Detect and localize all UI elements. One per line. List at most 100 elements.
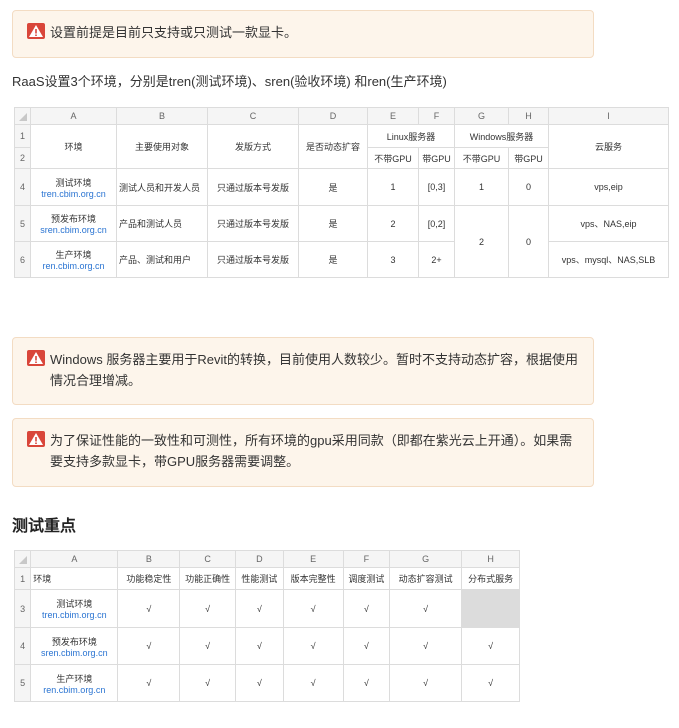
linux-gpu-cell: [0,3] xyxy=(418,168,455,206)
env-name: 生产环境 xyxy=(55,250,92,260)
row-number: 5 xyxy=(13,664,32,702)
env-link[interactable]: tren.cbim.org.cn xyxy=(33,610,115,620)
note-text: 为了保证性能的一致性和可测性，所有环境的gpu采用同款（即都在紫光云上开通）。如… xyxy=(50,433,573,469)
linux-gpu-cell: [0,2] xyxy=(418,205,455,242)
header-cell: 动态扩容测试 xyxy=(389,567,463,590)
column-header-row: A B C D E F G H I xyxy=(14,107,669,125)
column-letter: D xyxy=(235,550,284,568)
target-cell: 产品、测试和用户 xyxy=(116,241,208,278)
column-letter: I xyxy=(548,107,669,125)
env-cell: 测试环境 tren.cbim.org.cn xyxy=(30,168,117,206)
win-gpu-cell: 0 xyxy=(508,168,549,206)
check-cell: √ xyxy=(389,664,463,702)
env-link[interactable]: sren.cbim.org.cn xyxy=(33,648,115,658)
header-no-gpu: 不带GPU xyxy=(367,147,419,169)
table-row: 5 生产环境 ren.cbim.org.cn √ √ √ √ √ √ √ xyxy=(13,664,520,702)
cloud-cell: vps、mysql、NAS,SLB xyxy=(548,241,669,278)
column-letter: H xyxy=(508,107,549,125)
check-cell: √ xyxy=(179,664,237,702)
env-cell: 测试环境 tren.cbim.org.cn xyxy=(30,589,119,628)
check-cell: √ xyxy=(282,664,344,702)
column-letter: C xyxy=(207,107,299,125)
column-letter: B xyxy=(116,107,208,125)
table-row: 5 预发布环境 sren.cbim.org.cn 产品和测试人员 只通过版本号发版… xyxy=(14,205,669,278)
table-row: 4 测试环境 tren.cbim.org.cn 测试人员和开发人员 只通过版本号发… xyxy=(14,168,669,206)
check-cell: √ xyxy=(235,627,284,665)
cloud-cell: vps,eip xyxy=(548,168,669,206)
check-cell: √ xyxy=(282,627,344,665)
env-cell: 预发布环境 sren.cbim.org.cn xyxy=(30,627,119,665)
column-letter: F xyxy=(418,107,455,125)
column-letter: B xyxy=(117,550,181,568)
linux-nogpu-cell: 1 xyxy=(367,168,419,206)
column-letter: C xyxy=(179,550,237,568)
table-row: 3 测试环境 tren.cbim.org.cn √ √ √ √ √ √ xyxy=(13,589,520,628)
row-number: 4 xyxy=(13,627,32,665)
check-cell: √ xyxy=(389,589,463,628)
win-nogpu-merged: 2 xyxy=(454,205,509,278)
env-name: 生产环境 xyxy=(56,673,93,684)
column-letter: G xyxy=(454,107,509,125)
sheet-corner xyxy=(14,107,31,125)
test-focus-table: A B C D E F G H 1 环境 功能稳定性 功能正确性 性能测试 版本… xyxy=(13,550,520,702)
env-link[interactable]: tren.cbim.org.cn xyxy=(33,189,114,199)
header-cell: 功能正确性 xyxy=(179,567,237,590)
release-cell: 只通过版本号发版 xyxy=(207,168,299,206)
note-text: Windows 服务器主要用于Revit的转换，目前使用人数较少。暂时不支持动态… xyxy=(50,352,578,388)
env-link[interactable]: ren.cbim.org.cn xyxy=(33,685,115,695)
env-link[interactable]: ren.cbim.org.cn xyxy=(33,261,114,271)
note-text: 设置前提是目前只支持或只测试一款显卡。 xyxy=(50,25,298,40)
check-cell: √ xyxy=(179,627,237,665)
column-letter: E xyxy=(367,107,419,125)
check-cell: √ xyxy=(389,627,463,665)
row-number: 4 xyxy=(14,168,31,206)
note-callout-1: 设置前提是目前只支持或只测试一款显卡。 xyxy=(12,10,594,58)
scale-cell: 是 xyxy=(298,205,368,242)
env-name: 预发布环境 xyxy=(51,636,97,647)
scale-cell: 是 xyxy=(298,241,368,278)
win-gpu-merged: 0 xyxy=(508,205,549,278)
cloud-cell: vps、NAS,eip xyxy=(548,205,669,242)
note-callout-3: 为了保证性能的一致性和可测性，所有环境的gpu采用同款（即都在紫光云上开通）。如… xyxy=(12,418,594,487)
empty-cell xyxy=(461,589,520,628)
warning-icon xyxy=(27,431,45,447)
row-number: 1 xyxy=(14,124,31,148)
header-gpu: 带GPU xyxy=(418,147,455,169)
environment-table: A B C D E F G H I 1 环境 主要使用对象 发版方式 是否动态扩… xyxy=(14,107,669,278)
target-cell: 测试人员和开发人员 xyxy=(116,168,208,206)
row-number: 5 xyxy=(14,205,31,242)
header-gpu: 带GPU xyxy=(508,147,549,169)
row-number: 1 xyxy=(13,567,32,590)
linux-nogpu-cell: 2 xyxy=(367,205,419,242)
table-row: 1 环境 功能稳定性 功能正确性 性能测试 版本完整性 调度测试 动态扩容测试 … xyxy=(13,567,520,590)
check-cell: √ xyxy=(117,664,181,702)
header-cell: 调度测试 xyxy=(342,567,391,590)
column-letter: F xyxy=(342,550,391,568)
header-scale: 是否动态扩容 xyxy=(298,124,368,169)
check-cell: √ xyxy=(235,589,284,628)
check-cell: √ xyxy=(235,664,284,702)
env-cell: 预发布环境 sren.cbim.org.cn xyxy=(30,205,117,242)
table-row: 1 环境 主要使用对象 发版方式 是否动态扩容 Linux服务器 Windows… xyxy=(14,124,669,169)
column-letter: E xyxy=(282,550,344,568)
warning-icon xyxy=(27,350,45,366)
header-cloud: 云服务 xyxy=(548,124,669,169)
env-cell: 生产环境 ren.cbim.org.cn xyxy=(30,664,119,702)
header-linux: Linux服务器 xyxy=(367,124,455,148)
release-cell: 只通过版本号发版 xyxy=(207,205,299,242)
check-cell: √ xyxy=(282,589,344,628)
header-env: 环境 xyxy=(30,567,119,590)
column-letter: A xyxy=(30,107,117,125)
linux-nogpu-cell: 3 xyxy=(367,241,419,278)
linux-gpu-cell: 2+ xyxy=(418,241,455,278)
env-link[interactable]: sren.cbim.org.cn xyxy=(33,225,114,235)
check-cell: √ xyxy=(117,627,181,665)
header-env: 环境 xyxy=(30,124,117,169)
env-cell: 生产环境 ren.cbim.org.cn xyxy=(30,241,117,278)
scale-cell: 是 xyxy=(298,168,368,206)
column-letter: H xyxy=(461,550,520,568)
header-cell: 分布式服务 xyxy=(461,567,520,590)
column-letter: A xyxy=(30,550,119,568)
column-letter: G xyxy=(389,550,463,568)
check-cell: √ xyxy=(179,589,237,628)
